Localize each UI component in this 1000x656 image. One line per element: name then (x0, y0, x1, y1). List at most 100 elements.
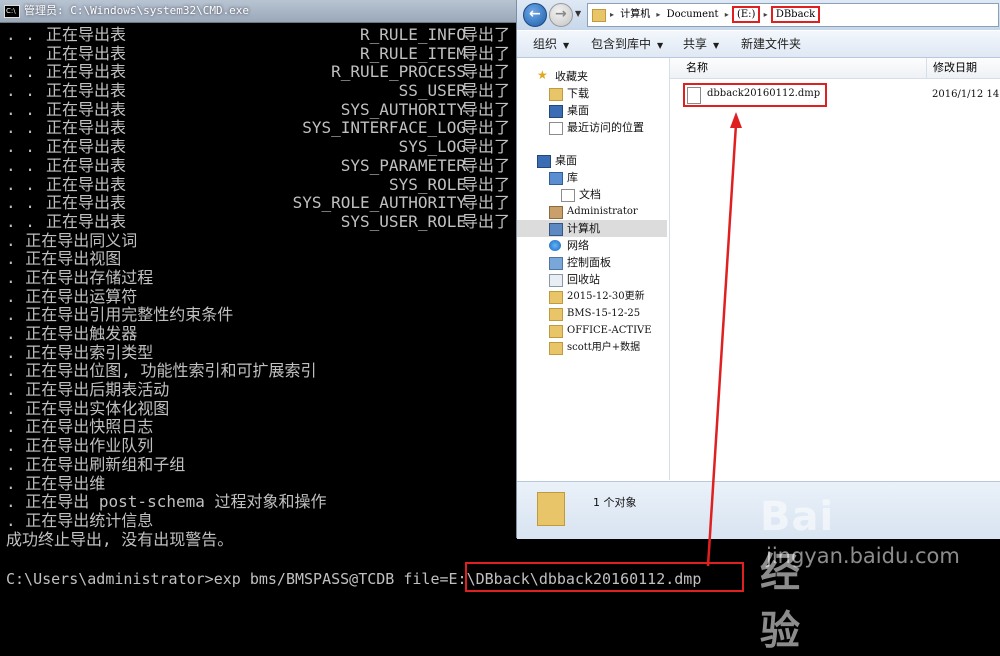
file-name: dbback20160112.dmp (707, 88, 821, 99)
breadcrumb-separator-icon: ▸ (724, 10, 729, 19)
console-dots: . . (6, 137, 35, 157)
crumb-dbback[interactable]: DBback (770, 6, 821, 23)
export-table-line: . . 正在导出表 SYS_ROLE_AUTHORITY 导出了 (6, 193, 516, 213)
console-label: 正在导出表 (46, 43, 127, 63)
console-label: 正在导出表 (46, 118, 127, 138)
chevron-down-icon: ▼ (563, 41, 570, 50)
address-box[interactable]: ▸ 计算机 ▸ Document ▸ (E:) ▸ DBback (587, 3, 999, 27)
export-table-line: . . 正在导出表 SYS_ROLE 导出了 (6, 174, 516, 195)
details-pane: 1 个对象 (517, 481, 1000, 539)
nav-downloads[interactable]: 下载 (517, 85, 667, 102)
console-line: 成功终止导出, 没有出现警告。 (6, 529, 234, 549)
console-label: 正在导出表 (46, 155, 127, 175)
cmd-title-bar[interactable]: 管理员: C:\Windows\system32\CMD.exe (0, 0, 520, 23)
cmd-title: 管理员: C:\Windows\system32\CMD.exe (24, 4, 250, 17)
nav-documents[interactable]: 文档 (517, 186, 667, 203)
console-status: 导出了 (461, 62, 510, 82)
folder-icon (549, 308, 563, 321)
nav-favorites[interactable]: 收藏夹 (517, 67, 667, 85)
recent-pages-dropdown-icon[interactable]: ▼ (575, 9, 581, 18)
console-status: 导出了 (461, 137, 510, 157)
file-path-highlight (465, 562, 744, 592)
include-in-library-button[interactable]: 包含到库中 ▼ (591, 31, 663, 59)
crumb-drive-e[interactable]: (E:) (731, 6, 761, 23)
nav-folder-bms[interactable]: BMS-15-12-25 (517, 305, 667, 322)
console-dots: . . (6, 81, 35, 101)
console-status: 导出了 (461, 99, 510, 119)
include-label: 包含到库中 (591, 37, 652, 51)
console-status: 导出了 (461, 174, 510, 194)
file-icon (687, 87, 701, 104)
nav-recycle-bin[interactable]: 回收站 (517, 271, 667, 288)
console-dots: . . (6, 193, 35, 213)
console-line: . 正在导出位图, 功能性索引和可扩展索引 (6, 361, 317, 381)
console-line: . 正在导出存储过程 (6, 267, 154, 287)
nav-label: 桌面 (567, 104, 589, 117)
console-table: SS_USER (398, 81, 466, 101)
nav-recent-places[interactable]: 最近访问的位置 (517, 119, 667, 136)
file-modified-date: 2016/1/12 14 (932, 89, 1000, 100)
export-table-line: . . 正在导出表 SYS_USER_ROLE 导出了 (6, 211, 516, 232)
back-button[interactable]: ← (523, 3, 547, 27)
nav-label: 库 (567, 171, 578, 184)
library-icon (549, 172, 563, 185)
nav-network[interactable]: 网络 (517, 237, 667, 254)
console-table: R_RULE_INFO (360, 25, 466, 44)
console-table: R_RULE_ITEM (360, 43, 466, 63)
folder-icon (537, 492, 565, 526)
nav-administrator[interactable]: Administrator (517, 203, 667, 220)
file-item[interactable]: dbback20160112.dmp (683, 83, 827, 107)
nav-label: 收藏夹 (555, 70, 588, 83)
console-label: 正在导出表 (46, 62, 127, 82)
console-line: . 正在导出快照日志 (6, 417, 154, 437)
document-icon (561, 189, 575, 202)
organize-button[interactable]: 组织 ▼ (533, 31, 569, 59)
nav-label: BMS-15-12-25 (567, 308, 641, 319)
folder-icon (549, 291, 563, 304)
nav-desktop[interactable]: 桌面 (517, 152, 667, 169)
console-dots: . . (6, 211, 35, 231)
share-button[interactable]: 共享 ▼ (683, 31, 719, 59)
forward-arrow-icon: → (555, 6, 567, 22)
forward-button[interactable]: → (549, 3, 573, 27)
new-folder-button[interactable]: 新建文件夹 (741, 31, 801, 57)
item-count: 1 个对象 (593, 496, 637, 509)
console-status: 导出了 (461, 43, 510, 63)
console-table: R_RULE_PROCESS (331, 62, 466, 82)
share-label: 共享 (683, 37, 708, 51)
desktop-icon (537, 155, 551, 168)
nav-folder-office-active[interactable]: OFFICE-ACTIVE (517, 322, 667, 339)
export-table-line: . . 正在导出表 R_RULE_PROCESS 导出了 (6, 63, 516, 82)
console-table: SYS_ROLE (388, 174, 466, 194)
console-dots: . . (6, 43, 35, 63)
console-table: SYS_USER_ROLE (340, 211, 466, 231)
nav-label: OFFICE-ACTIVE (567, 325, 652, 336)
breadcrumb: ▸ 计算机 ▸ Document ▸ (E:) ▸ DBback (610, 4, 821, 26)
breadcrumb-separator-icon: ▸ (763, 10, 768, 19)
breadcrumb-separator-icon: ▸ (610, 10, 615, 19)
nav-folder-scott[interactable]: scott用户+数据 (517, 339, 667, 356)
nav-control-panel[interactable]: 控制面板 (517, 254, 667, 271)
column-date-header[interactable]: 修改日期 (926, 58, 977, 78)
console-dots: . . (6, 155, 35, 175)
column-name-header[interactable]: 名称 (686, 58, 708, 78)
console-line: . 正在导出后期表活动 (6, 380, 170, 400)
nav-label: 最近访问的位置 (567, 121, 644, 134)
console-label: 正在导出表 (46, 211, 127, 231)
crumb-computer[interactable]: 计算机 (620, 9, 650, 20)
nav-label: 2015-12-30更新 (567, 291, 645, 302)
console-icon (4, 0, 20, 22)
nav-folder-2015-12-30[interactable]: 2015-12-30更新 (517, 288, 667, 305)
watermark-url: jingyan.baidu.com (766, 544, 960, 568)
export-table-line: . . 正在导出表 R_RULE_INFO 导出了 (6, 25, 516, 45)
console-table: SYS_INTERFACE_LOG (302, 118, 466, 138)
console-dots: . . (6, 174, 35, 194)
nav-computer[interactable]: 计算机 (517, 220, 667, 237)
control-panel-icon (549, 257, 563, 270)
console-line: . 正在导出同义词 (6, 230, 138, 250)
nav-libraries[interactable]: 库 (517, 169, 667, 186)
crumb-document[interactable]: Document (667, 9, 719, 20)
nav-desktop-favorite[interactable]: 桌面 (517, 102, 667, 119)
network-icon (549, 240, 561, 251)
console-status: 导出了 (461, 155, 510, 175)
